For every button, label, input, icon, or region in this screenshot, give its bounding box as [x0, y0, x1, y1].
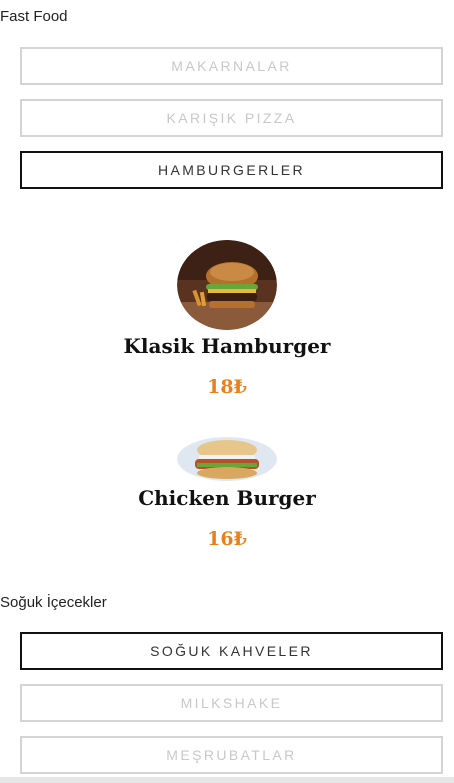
tab-makarnalar[interactable]: MAKARNALAR: [20, 47, 443, 85]
item-price: 16₺: [207, 528, 247, 550]
tab-mesrubatlar[interactable]: MEŞRUBATLAR: [20, 736, 443, 774]
section-title-soguk-icecekler: Soğuk İçecekler: [0, 594, 107, 611]
item-price: 18₺: [207, 376, 247, 398]
item-name: Klasik Hamburger: [123, 334, 331, 358]
menu-item: Chicken Burger 16₺: [0, 437, 454, 550]
tab-hamburgerler[interactable]: HAMBURGERLER: [20, 151, 443, 189]
hamburger-photo: [177, 240, 277, 330]
tab-milkshake[interactable]: MILKSHAKE: [20, 684, 443, 722]
chicken-burger-photo: [177, 437, 277, 481]
horizontal-scrollbar[interactable]: [0, 777, 454, 783]
menu-item: Klasik Hamburger 18₺: [0, 240, 454, 398]
tab-soguk-kahveler[interactable]: SOĞUK KAHVELER: [20, 632, 443, 670]
section-title-fast-food: Fast Food: [0, 8, 68, 25]
item-name: Chicken Burger: [138, 486, 316, 510]
menu-page: Fast Food MAKARNALAR KARIŞIK PIZZA HAMBU…: [0, 0, 454, 783]
tab-karisik-pizza[interactable]: KARIŞIK PIZZA: [20, 99, 443, 137]
